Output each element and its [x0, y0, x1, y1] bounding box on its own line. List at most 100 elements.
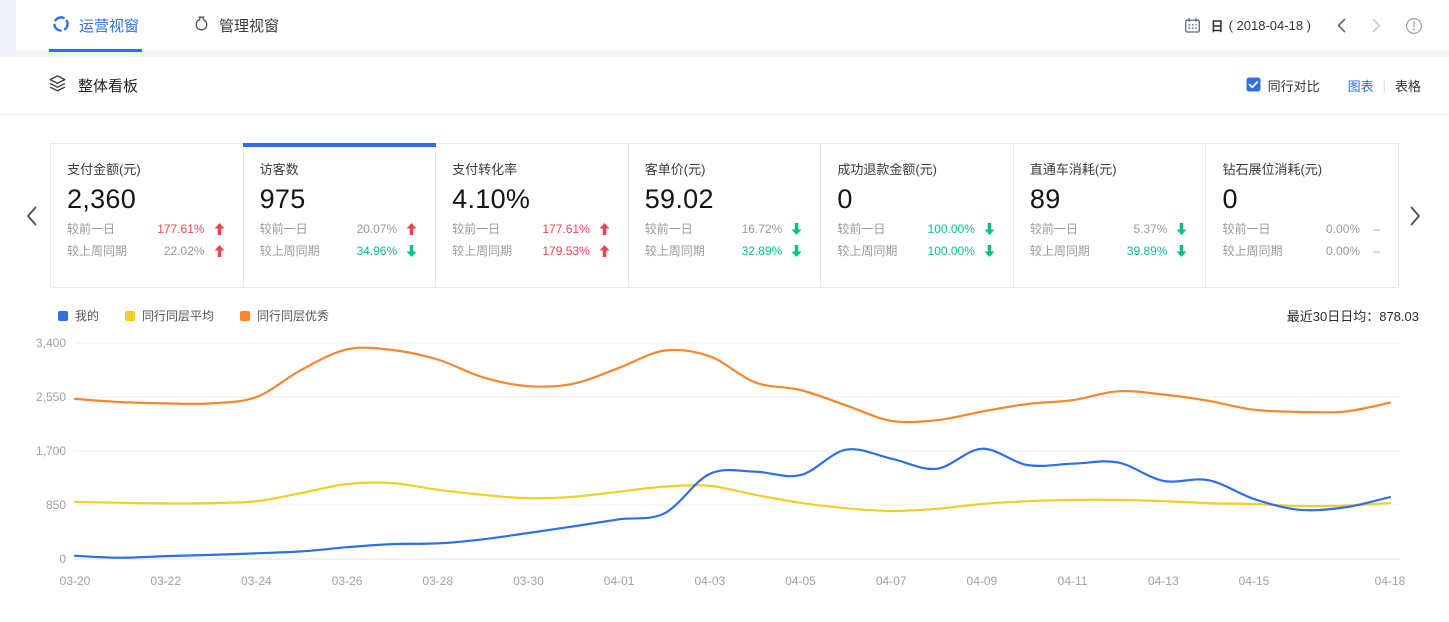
x-axis-label: 04-07 [876, 574, 907, 588]
flat-dash-icon: – [1373, 243, 1380, 259]
down-arrow-icon [1176, 245, 1187, 257]
legend-peer-best[interactable]: 同行同层优秀 [240, 307, 329, 324]
peer-compare-toggle[interactable]: 同行对比 [1246, 76, 1320, 95]
y-axis-label: 1,700 [36, 444, 66, 458]
compare-value: 100.00% [928, 221, 975, 237]
up-arrow-icon [599, 245, 610, 257]
metric-compare-row: 较前一日16.72% [645, 221, 803, 237]
x-axis-label: 04-13 [1148, 574, 1179, 588]
cards-scroll-right-button[interactable] [1410, 206, 1421, 226]
view-mode-divider: | [1383, 78, 1386, 93]
metric-card-4[interactable]: 客单价(元)59.02较前一日16.72%较上周同期32.89% [629, 144, 822, 287]
metric-compare-row: 较上周同期0.00%– [1222, 243, 1380, 259]
flat-dash-icon: – [1373, 221, 1380, 237]
down-arrow-icon [1176, 223, 1187, 235]
chart-legend: 我的 同行同层平均 同行同层优秀 [58, 307, 329, 324]
cards-scroll-left-button[interactable] [26, 206, 37, 226]
compare-value: 0.00% [1326, 221, 1360, 237]
compare-value: 20.07% [356, 221, 397, 237]
legend-peer-avg[interactable]: 同行同层平均 [125, 307, 214, 324]
top-nav: 运营视窗 管理视窗 日 ( 2018-04-18 ) [16, 0, 1449, 52]
metric-compare-row: 较上周同期22.02% [67, 243, 225, 259]
down-arrow-icon [791, 223, 802, 235]
compare-label: 较上周同期 [837, 243, 897, 259]
x-axis-label: 03-26 [332, 574, 363, 588]
compare-label: 较上周同期 [645, 243, 705, 259]
metric-card-6[interactable]: 直通车消耗(元)89较前一日5.37%较上周同期39.89% [1014, 144, 1207, 287]
x-axis-label: 04-18 [1375, 574, 1406, 588]
calendar-icon[interactable] [1184, 17, 1201, 34]
legend-label: 同行同层优秀 [257, 307, 329, 324]
legend-label: 我的 [75, 307, 99, 324]
date-granularity[interactable]: 日 [1211, 16, 1224, 35]
compare-value: 39.89% [1127, 243, 1168, 259]
legend-swatch-icon [125, 311, 135, 321]
legend-swatch-icon [58, 311, 68, 321]
compare-value: 177.61% [542, 221, 589, 237]
metric-value: 59.02 [645, 183, 803, 215]
metric-cards-strip: 支付金额(元)2,360较前一日177.61%较上周同期22.02%访客数975… [50, 143, 1399, 288]
view-mode-chart[interactable]: 图表 [1348, 76, 1374, 95]
metric-value: 0 [1222, 183, 1380, 215]
section-header: 整体看板 同行对比 图表 | 表格 [0, 57, 1449, 115]
y-axis-label: 2,550 [36, 390, 66, 404]
section-title-group: 整体看板 [48, 74, 138, 97]
metric-compare-row: 较前一日 177.61% [452, 221, 610, 237]
series-line-peer-avg[interactable] [75, 483, 1390, 511]
info-icon[interactable] [1405, 17, 1423, 35]
metric-title: 钻石展位消耗(元) [1222, 159, 1380, 178]
metric-compare-row: 较前一日177.61% [67, 221, 225, 237]
metric-value: 0 [837, 183, 995, 215]
legend-mine[interactable]: 我的 [58, 307, 99, 324]
trend-chart[interactable]: 08501,7002,5503,40003-2003-2203-2403-260… [0, 329, 1449, 601]
date-range[interactable]: ( 2018-04-18 ) [1229, 18, 1311, 33]
x-axis-label: 03-22 [150, 574, 181, 588]
compare-label: 较前一日 [452, 221, 500, 237]
date-controls: 日 ( 2018-04-18 ) [1184, 16, 1423, 35]
x-axis-label: 04-01 [604, 574, 635, 588]
metric-card-5[interactable]: 成功退款金额(元)0较前一日100.00%较上周同期100.00% [821, 144, 1014, 287]
compare-label: 较上周同期 [452, 243, 512, 259]
tab-management-label: 管理视窗 [219, 15, 279, 36]
view-tabs: 运营视窗 管理视窗 [52, 0, 333, 52]
metric-card-2[interactable]: 访客数975较前一日20.07%较上周同期34.96% [244, 144, 437, 287]
series-line-peer-best[interactable] [75, 348, 1390, 422]
up-arrow-icon [214, 223, 225, 235]
compare-label: 较前一日 [1222, 221, 1270, 237]
x-axis-label: 03-20 [60, 574, 91, 588]
y-axis-label: 3,400 [36, 336, 66, 350]
metric-title: 支付转化率 [452, 159, 610, 178]
metric-value: 4.10% [452, 183, 610, 215]
peer-compare-label: 同行对比 [1268, 76, 1320, 95]
metric-compare-row: 较上周同期32.89% [645, 243, 803, 259]
x-axis-label: 03-28 [422, 574, 453, 588]
compare-value: 100.00% [928, 243, 975, 259]
metric-compare-row: 较前一日5.37% [1030, 221, 1188, 237]
y-axis-label: 0 [59, 552, 66, 566]
avg-30d-note: 最近30日日均：878.03 [1287, 306, 1419, 325]
down-arrow-icon [984, 223, 995, 235]
up-arrow-icon [214, 245, 225, 257]
x-axis-label: 04-09 [967, 574, 998, 588]
tab-operations-view[interactable]: 运营视窗 [52, 0, 139, 52]
compare-value: 34.96% [356, 243, 397, 259]
compare-value: 5.37% [1133, 221, 1167, 237]
next-date-button[interactable] [1372, 18, 1381, 33]
refresh-circle-icon [52, 15, 70, 37]
metric-value: 975 [260, 183, 418, 215]
overview-panel: 整体看板 同行对比 图表 | 表格 支付金额(元)2,360较前一日177.61… [0, 57, 1449, 622]
metric-card-7[interactable]: 钻石展位消耗(元)0较前一日0.00%–较上周同期0.00%– [1206, 144, 1398, 287]
checkbox-checked-icon[interactable] [1246, 77, 1261, 95]
compare-label: 较前一日 [67, 221, 115, 237]
x-axis-label: 03-24 [241, 574, 272, 588]
metric-title: 访客数 [260, 159, 418, 178]
metric-card-1[interactable]: 支付金额(元)2,360较前一日177.61%较上周同期22.02% [51, 144, 244, 287]
x-axis-label: 04-05 [785, 574, 816, 588]
prev-date-button[interactable] [1337, 18, 1346, 33]
down-arrow-icon [406, 245, 417, 257]
money-bag-icon [193, 15, 210, 36]
view-mode-table[interactable]: 表格 [1395, 76, 1421, 95]
metric-card-3[interactable]: 支付转化率4.10%较前一日177.61%较上周同期179.53% [436, 144, 629, 287]
dashboard-page: 运营视窗 管理视窗 日 ( 2018-04-18 ) [0, 0, 1449, 622]
tab-management-view[interactable]: 管理视窗 [193, 0, 279, 52]
